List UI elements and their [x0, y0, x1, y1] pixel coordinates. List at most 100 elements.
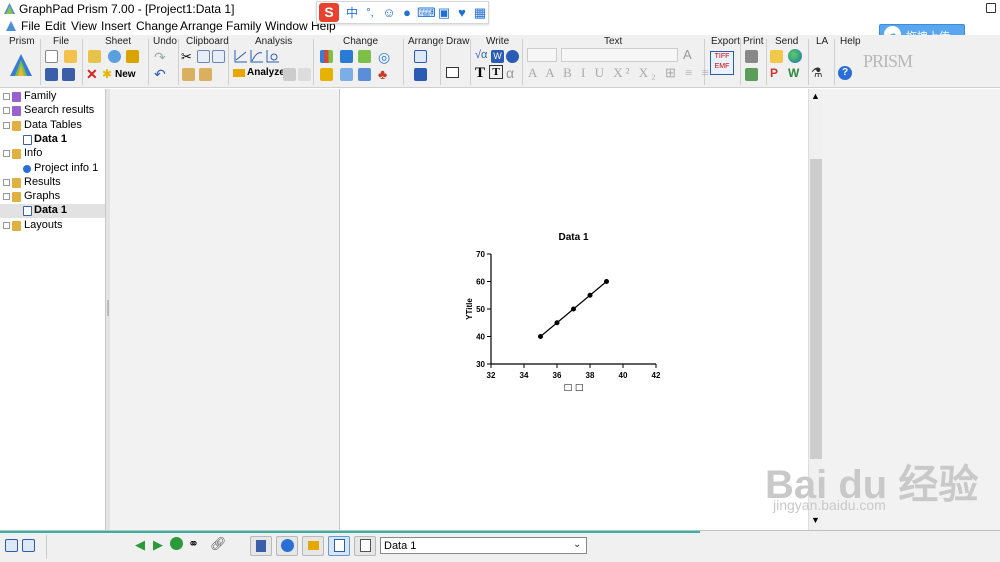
regression-icon[interactable] [266, 49, 280, 63]
send-mail-icon[interactable] [770, 50, 783, 63]
analyze-label[interactable]: Analyze [247, 67, 285, 78]
data-table-button[interactable] [250, 536, 272, 556]
text-format-icons[interactable]: A A B I U X² X₂ ⊞ ≡ ≡ [528, 65, 712, 81]
scroll-up-arrow-icon[interactable]: ▲ [811, 91, 820, 101]
navigator-item[interactable]: Data 1 [0, 133, 105, 147]
help-icon[interactable]: ? [838, 66, 852, 80]
previous-sheet-icon[interactable]: ◀ [135, 537, 145, 553]
menu-edit[interactable]: Edit [45, 19, 66, 33]
expand-toggle-icon[interactable] [3, 178, 10, 186]
analysis-table-icon[interactable] [298, 68, 311, 81]
export-icon[interactable]: TIFF EMF [710, 51, 734, 75]
change-bars-icon[interactable] [358, 50, 371, 63]
scrollbar-thumb[interactable] [810, 159, 822, 459]
navigator-item[interactable]: Info [0, 147, 105, 161]
word-icon[interactable]: W [491, 50, 504, 63]
menu-change[interactable]: Change [136, 19, 178, 33]
xy-graph-icon[interactable] [234, 49, 248, 63]
navigator-item[interactable]: Graphs [0, 190, 105, 204]
pencil-icon[interactable] [88, 50, 101, 63]
new-sheet-star-icon[interactable]: ✱ [102, 67, 112, 81]
equation-icon[interactable]: √α [475, 49, 487, 61]
change-color-icon[interactable] [320, 68, 333, 81]
graphs-button[interactable] [328, 536, 350, 556]
navigator-item[interactable]: Data Tables [0, 119, 105, 133]
scroll-down-arrow-icon[interactable]: ▼ [811, 515, 820, 525]
navigator-item[interactable]: Family [0, 90, 105, 104]
restore-window-button[interactable] [986, 3, 996, 13]
open-file-icon[interactable] [64, 50, 77, 63]
paste-special-icon[interactable] [199, 68, 212, 81]
view-normal-icon[interactable] [5, 539, 18, 552]
link-icon[interactable]: 🔗︎ [210, 536, 227, 552]
change-symbol-icon[interactable]: ◎ [378, 49, 390, 66]
keyboard-icon[interactable]: ⌨ [417, 5, 436, 21]
view-gallery-icon[interactable] [22, 539, 35, 552]
next-sheet-icon[interactable]: ▶ [153, 537, 163, 553]
arrange-layers-icon[interactable] [414, 68, 427, 81]
text-color-icon[interactable]: A [683, 47, 692, 62]
expand-toggle-icon[interactable] [3, 221, 10, 229]
menu-window[interactable]: Window [265, 19, 308, 33]
expand-toggle-icon[interactable] [3, 93, 10, 100]
ime-lang-toggle[interactable]: 中 [344, 5, 360, 21]
undo-icon[interactable]: ↶ [154, 66, 166, 83]
change-format-icon[interactable] [340, 68, 353, 81]
sheet-selector-dropdown[interactable]: Data 1 ⌄ [380, 537, 587, 554]
navigator-item[interactable]: Layouts [0, 219, 105, 233]
color-scheme-icon[interactable]: ♣ [378, 66, 387, 82]
powerpoint-icon[interactable]: P [770, 66, 778, 80]
redo-icon[interactable]: ↷ [154, 49, 166, 66]
grid-menu-icon[interactable]: ▦ [472, 5, 488, 21]
menu-view[interactable]: View [71, 19, 97, 33]
xy-chart[interactable]: 32 34 36 38 40 42 30 40 50 60 70 Data 1 YTitle □ □ [341, 89, 808, 530]
expand-toggle-icon[interactable] [3, 193, 10, 201]
change-axis-icon[interactable] [340, 50, 353, 63]
text-box-icon[interactable]: T [489, 65, 503, 79]
navigator-item[interactable]: Data 1 [0, 204, 105, 219]
ime-punct-toggle[interactable]: °, [362, 5, 378, 21]
microphone-icon[interactable]: ● [399, 5, 415, 21]
text-tool-icon[interactable]: T [475, 65, 485, 82]
toolbox-icon[interactable]: ▣ [436, 5, 452, 21]
save-icon[interactable] [45, 68, 58, 81]
info-button[interactable] [276, 536, 298, 556]
draw-rectangle-icon[interactable] [446, 67, 459, 78]
greek-letter-icon[interactable]: α [506, 65, 514, 81]
emoji-icon[interactable]: ☺ [381, 5, 397, 21]
print-preview-icon[interactable] [745, 68, 758, 81]
paste-icon[interactable] [182, 68, 195, 81]
navigator-item[interactable]: Project info 1 [0, 162, 105, 176]
globe-icon[interactable] [788, 49, 802, 63]
navigator-item[interactable]: Search results [0, 104, 105, 118]
copy-icon[interactable] [197, 50, 210, 63]
delete-sheet-icon[interactable]: ✕ [86, 66, 98, 83]
menu-arrange[interactable]: Arrange [180, 19, 223, 33]
menu-file[interactable]: File [21, 19, 40, 33]
font-family-select[interactable] [561, 48, 678, 62]
doc-menu-icon[interactable] [5, 20, 17, 32]
expand-toggle-icon[interactable] [3, 150, 10, 158]
prism-welcome-icon[interactable] [8, 52, 34, 78]
new-file-icon[interactable] [45, 50, 58, 63]
graph-canvas[interactable]: 32 34 36 38 40 42 30 40 50 60 70 Data 1 YTitle □ □ [341, 89, 808, 530]
cut-icon[interactable]: ✂ [181, 49, 192, 65]
copy-special-icon[interactable] [212, 50, 225, 63]
sogou-logo-icon[interactable]: S [319, 3, 339, 22]
new-sheet-label[interactable]: New [115, 69, 136, 80]
navigator-item[interactable]: Results [0, 176, 105, 190]
word-send-icon[interactable]: W [788, 66, 799, 80]
results-button[interactable] [302, 536, 324, 556]
menu-insert[interactable]: Insert [101, 19, 131, 33]
snowflake-icon[interactable] [108, 50, 121, 63]
go-to-sheet-icon[interactable] [170, 537, 183, 550]
expand-toggle-icon[interactable] [3, 121, 10, 129]
insert-info-icon[interactable] [506, 50, 519, 63]
save-all-icon[interactable] [62, 68, 75, 81]
curve-fit-icon[interactable] [250, 49, 264, 63]
menu-family[interactable]: Family [226, 19, 261, 33]
binoculars-icon[interactable]: ⚭ [188, 536, 199, 552]
analysis-params-icon[interactable] [283, 68, 296, 81]
skin-icon[interactable]: ♥ [454, 5, 470, 21]
font-size-select[interactable] [527, 48, 557, 62]
